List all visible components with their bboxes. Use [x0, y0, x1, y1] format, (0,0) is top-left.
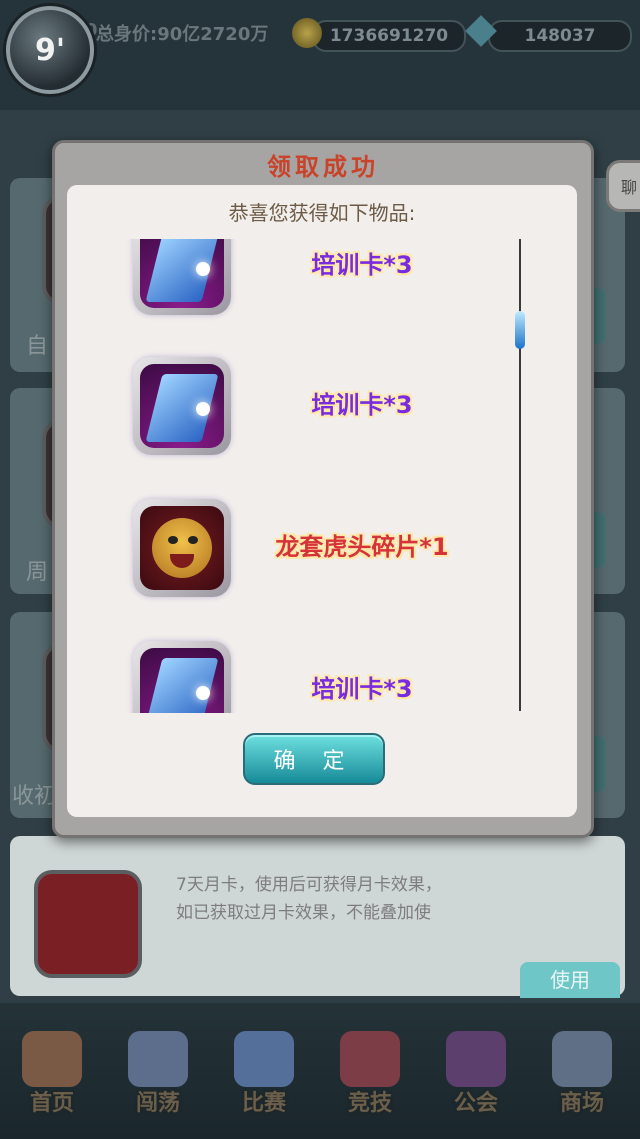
- background-panel-label: 收初: [12, 784, 57, 809]
- side-chat-tab[interactable]: 聊: [606, 160, 640, 212]
- training-card-icon: [133, 239, 231, 315]
- reward-item-name: 培训卡*3: [311, 251, 413, 279]
- training-card-icon: [133, 357, 231, 455]
- bottom-navigation: 首页 闯荡 比赛 竞技 公会 商场: [0, 1000, 640, 1139]
- reward-list[interactable]: 培训卡*3 培训卡*3 龙套虎头碎片*1 培训卡*3: [67, 239, 577, 713]
- nav-label: 商场: [559, 1091, 604, 1116]
- dialog-subtitle: 恭喜您获得如下物品:: [228, 201, 416, 225]
- dialog-title: 领取成功: [267, 153, 379, 181]
- top-bar-background: [0, 0, 640, 110]
- scrollbar-track[interactable]: [519, 239, 521, 711]
- reward-dialog: 领取成功 恭喜您获得如下物品: 培训卡*3 培训卡*3 龙套虎头碎片*1 培训卡…: [52, 140, 594, 838]
- shopping-bag-icon: [552, 1031, 612, 1087]
- nav-adventure[interactable]: 闯荡: [108, 1025, 208, 1125]
- reward-item: 培训卡*3: [67, 357, 537, 467]
- coin-counter[interactable]: 1736691270: [312, 20, 466, 52]
- nav-match[interactable]: 比赛: [214, 1025, 314, 1125]
- background-panel-label: 自: [26, 334, 49, 359]
- use-button: 使用: [520, 962, 620, 998]
- training-card-icon: [133, 641, 231, 713]
- throne-icon: [340, 1031, 400, 1087]
- nav-label: 比赛: [241, 1091, 286, 1116]
- nav-guild[interactable]: 公会: [426, 1025, 526, 1125]
- dialog-body: 恭喜您获得如下物品: 培训卡*3 培训卡*3 龙套虎头碎片*1 培训卡*3 确 …: [67, 185, 577, 817]
- nav-label: 竞技: [347, 1091, 392, 1116]
- month-card-icon: [34, 870, 142, 978]
- lightning-icon: [234, 1031, 294, 1087]
- reward-item: 龙套虎头碎片*1: [67, 499, 537, 609]
- background-panel-label: 周: [26, 560, 49, 585]
- month-card-panel: 7天月卡，使用后可获得月卡效果， 如已获取过月卡效果，不能叠加使 使用: [10, 836, 625, 998]
- nav-arena[interactable]: 竞技: [320, 1025, 420, 1125]
- guild-emblem-icon: [446, 1031, 506, 1087]
- net-worth-text: 总身价:90亿2720万: [96, 24, 269, 45]
- confirm-button[interactable]: 确 定: [243, 733, 385, 785]
- avatar-label: 9': [34, 32, 66, 68]
- scrollbar-thumb[interactable]: [515, 311, 525, 349]
- nav-label: 首页: [29, 1091, 74, 1116]
- reward-item-name: 培训卡*3: [311, 391, 413, 419]
- gem-amount: 148037: [524, 26, 596, 46]
- player-avatar[interactable]: 9': [6, 6, 94, 94]
- nav-label: 公会: [453, 1091, 498, 1116]
- reward-item: 培训卡*3: [67, 239, 537, 327]
- gem-counter[interactable]: 148037: [488, 20, 632, 52]
- tiger-head-fragment-icon: [133, 499, 231, 597]
- coin-amount: 1736691270: [329, 26, 449, 46]
- nav-home[interactable]: 首页: [2, 1025, 102, 1125]
- month-card-desc-1: 7天月卡，使用后可获得月卡效果，: [176, 875, 442, 895]
- nav-label: 闯荡: [135, 1091, 180, 1116]
- coin-icon: [292, 18, 322, 48]
- airplane-icon: [128, 1031, 188, 1087]
- reward-item-name: 龙套虎头碎片*1: [275, 533, 449, 561]
- home-icon: [22, 1031, 82, 1087]
- month-card-desc-2: 如已获取过月卡效果，不能叠加使: [176, 903, 431, 923]
- reward-item: 培训卡*3: [67, 641, 537, 713]
- nav-shop[interactable]: 商场: [532, 1025, 632, 1125]
- reward-item-name: 培训卡*3: [311, 675, 413, 703]
